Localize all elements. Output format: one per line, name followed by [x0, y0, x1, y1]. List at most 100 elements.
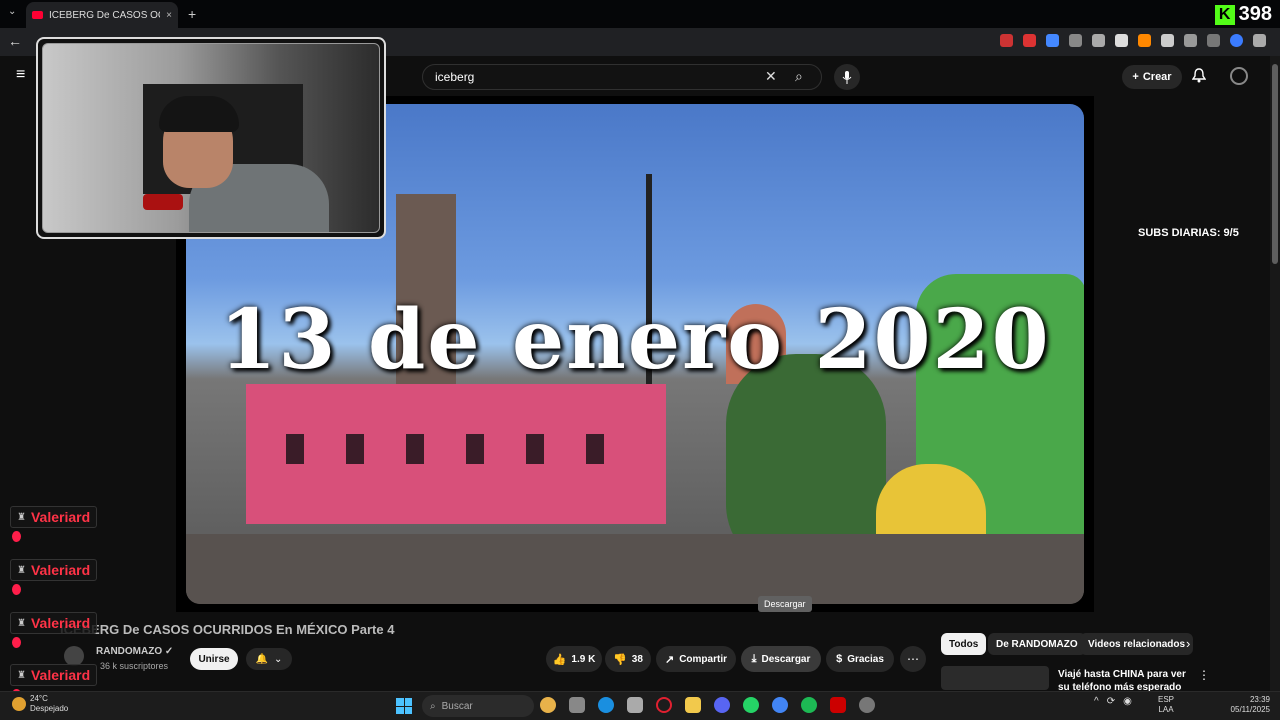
recommendation-thumbnail[interactable]	[941, 666, 1049, 690]
like-button[interactable]: 👍 1.9 K	[546, 646, 602, 672]
extension-icon[interactable]	[1115, 34, 1128, 47]
chat-name: Valeriard	[30, 509, 91, 525]
download-button[interactable]: ⤓ Descargar	[741, 646, 821, 672]
channel-name[interactable]: RANDOMAZO ✓	[96, 646, 173, 657]
clear-search-icon[interactable]: ✕	[765, 68, 777, 85]
kick-logo-icon: K	[1214, 4, 1235, 25]
language-indicator[interactable]: ESP LAA	[1158, 695, 1174, 715]
webcam-feed	[42, 43, 380, 233]
back-button[interactable]: ←	[8, 33, 22, 49]
search-icon[interactable]: ⌕	[795, 68, 803, 85]
channel-avatar[interactable]	[64, 646, 84, 666]
join-button[interactable]: Unirse	[190, 648, 238, 670]
chevron-down-icon: ⌄	[274, 653, 283, 665]
extension-icon[interactable]	[1069, 34, 1082, 47]
chip-next-arrow-icon[interactable]: ›	[1186, 636, 1190, 651]
tray-expand-icon[interactable]: ^	[1094, 696, 1099, 707]
tab-close-icon[interactable]: ×	[166, 10, 172, 21]
extension-icon[interactable]	[1000, 34, 1013, 47]
chat-username: ♜ Valeriard	[10, 612, 98, 634]
profile-icon[interactable]	[1230, 34, 1243, 47]
whatsapp-icon[interactable]	[743, 697, 759, 713]
red-app-icon[interactable]	[830, 697, 846, 713]
task-view-icon[interactable]	[569, 697, 585, 713]
opera-icon[interactable]	[656, 697, 672, 713]
obs-icon[interactable]	[859, 697, 875, 713]
temperature: 24°C	[30, 694, 48, 703]
window-shape	[526, 434, 544, 464]
keyboard-layout: LAA	[1158, 705, 1174, 714]
thumbs-up-icon: 👍	[552, 653, 567, 666]
window-shape	[586, 434, 604, 464]
system-tray: ^ ⟳ ◉	[1094, 696, 1132, 707]
new-tab-button[interactable]: +	[188, 6, 196, 22]
extension-icon[interactable]	[1046, 34, 1059, 47]
search-input[interactable]: iceberg	[435, 70, 474, 84]
dislike-button[interactable]: 👎 38	[605, 646, 651, 672]
hamburger-menu-icon[interactable]: ≡	[16, 67, 32, 83]
system-clock[interactable]: 23:39 05/11/2025	[1224, 695, 1270, 715]
chat-name: Valeriard	[30, 667, 91, 683]
sync-icon[interactable]: ⟳	[1107, 696, 1115, 707]
chat-name: Valeriard	[30, 562, 91, 578]
kebab-menu-icon[interactable]	[1253, 34, 1266, 47]
chip-all[interactable]: Todos	[941, 633, 987, 655]
active-tab[interactable]: ICEBERG De CASOS OCURRIDOS ×	[26, 2, 178, 28]
widgets-icon[interactable]	[540, 697, 556, 713]
media-icon[interactable]	[1207, 34, 1220, 47]
windows-start-icon[interactable]	[396, 698, 412, 714]
taskbar-search[interactable]: ⌕ Buscar	[422, 695, 534, 717]
share-label: Compartir	[679, 653, 727, 665]
extension-icon[interactable]	[1161, 34, 1174, 47]
chat-username: ♜ Valeriard	[10, 559, 98, 581]
weather-condition: Despejado	[30, 704, 69, 713]
account-avatar[interactable]	[1230, 67, 1248, 85]
download-label: Descargar	[761, 653, 811, 665]
chip-related[interactable]: Videos relacionados	[1080, 633, 1194, 655]
bell-icon: 🔔	[255, 653, 269, 665]
share-button[interactable]: ↗ Compartir	[656, 646, 736, 672]
scrollbar-thumb[interactable]	[1272, 64, 1278, 264]
subs-daily-overlay: SUBS DIARIAS: 9/5	[1138, 227, 1239, 239]
edge-icon[interactable]	[598, 697, 614, 713]
file-explorer-icon[interactable]	[685, 697, 701, 713]
search-box[interactable]: iceberg ✕ ⌕	[422, 64, 822, 90]
voice-search-icon[interactable]	[834, 64, 860, 90]
video-overlay-text: 13 de enero 2020	[219, 292, 1051, 388]
chip-channel[interactable]: De RANDOMAZO	[988, 633, 1086, 655]
chrome-icon[interactable]	[772, 697, 788, 713]
more-actions-button[interactable]: ⋯	[900, 646, 926, 672]
clock-date: 05/11/2025	[1230, 705, 1270, 714]
thanks-button[interactable]: $ Gracias	[826, 646, 894, 672]
language-code: ESP	[1158, 695, 1175, 704]
drop-badge-icon	[12, 637, 21, 648]
taskbar-search-placeholder: Buscar	[441, 700, 473, 712]
extension-icons	[1000, 34, 1266, 47]
microphone-icon	[842, 70, 852, 84]
page-scrollbar[interactable]	[1270, 56, 1280, 691]
puzzle-icon[interactable]	[1184, 34, 1197, 47]
youtube-favicon-icon	[32, 11, 43, 19]
taskbar-apps	[540, 697, 875, 713]
notifications-icon[interactable]	[1191, 68, 1207, 86]
spotify-icon[interactable]	[801, 697, 817, 713]
extension-icon[interactable]	[1023, 34, 1036, 47]
weather-widget[interactable]: 24°C Despejado	[12, 694, 68, 714]
tab-title: ICEBERG De CASOS OCURRIDOS	[49, 9, 160, 21]
browser-tab-bar: ⌄ ICEBERG De CASOS OCURRIDOS × + K 398	[0, 0, 1280, 28]
chat-name: Valeriard	[30, 615, 91, 631]
screen: ⌄ ICEBERG De CASOS OCURRIDOS × + K 398 ←	[0, 0, 1280, 720]
subscribed-button[interactable]: 🔔 ⌄	[246, 648, 292, 670]
discord-icon[interactable]	[714, 697, 730, 713]
tab-search-icon[interactable]: ⌄	[8, 6, 16, 17]
extension-icon[interactable]	[1138, 34, 1151, 47]
chat-username: ♜ Valeriard	[10, 664, 98, 686]
drop-badge-icon	[12, 584, 21, 595]
create-label: Crear	[1142, 71, 1172, 83]
extension-icon[interactable]	[1092, 34, 1105, 47]
mic-tray-icon[interactable]: ◉	[1123, 696, 1132, 707]
chat-badge-icon: ♜	[17, 617, 26, 629]
create-button[interactable]: + Crear	[1122, 65, 1182, 89]
store-icon[interactable]	[627, 697, 643, 713]
recommendation-menu-icon[interactable]: ⋮	[1198, 668, 1210, 682]
